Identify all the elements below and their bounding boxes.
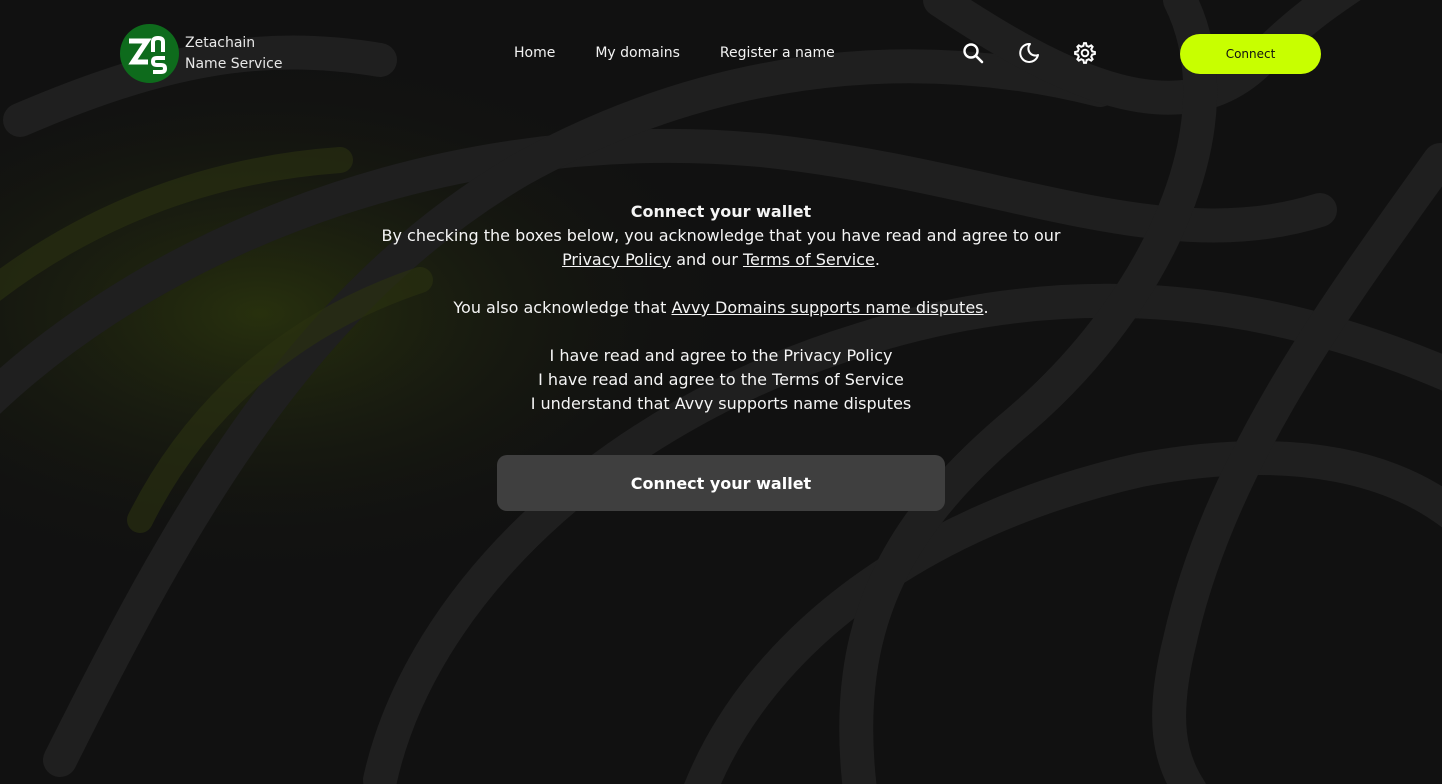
intro-text: By checking the boxes below, you acknowl… bbox=[381, 226, 1061, 245]
connect-button[interactable]: Connect bbox=[1180, 34, 1321, 74]
connect-wallet-panel: Connect your wallet By checking the boxe… bbox=[0, 200, 1442, 416]
gear-icon[interactable] bbox=[1073, 41, 1097, 65]
acknowledgement-list: I have read and agree to the Privacy Pol… bbox=[0, 344, 1442, 416]
also-acknowledge-text: You also acknowledge that bbox=[453, 298, 672, 317]
policy-links-line: Privacy Policy and our Terms of Service. bbox=[0, 248, 1442, 272]
moon-icon[interactable] bbox=[1017, 41, 1041, 65]
and-our-text: and our bbox=[671, 250, 743, 269]
search-icon[interactable] bbox=[961, 41, 985, 65]
site-name-line1: Zetachain bbox=[185, 34, 256, 51]
nav-link-my-domains[interactable]: My domains bbox=[595, 43, 680, 63]
site-name-line2: Name Service bbox=[185, 55, 283, 72]
nav-link-home[interactable]: Home bbox=[514, 43, 555, 63]
agree-terms-of-service-checkbox[interactable]: I have read and agree to the Terms of Se… bbox=[0, 368, 1442, 392]
page: Zetachain Name Service Home My domains R… bbox=[0, 0, 1442, 784]
connect-your-wallet-button[interactable]: Connect your wallet bbox=[497, 455, 945, 511]
top-navigation-bar: Zetachain Name Service Home My domains R… bbox=[0, 0, 1442, 106]
terms-of-service-link[interactable]: Terms of Service bbox=[743, 250, 875, 269]
name-disputes-link[interactable]: Avvy Domains supports name disputes bbox=[672, 298, 984, 317]
nav-link-register-a-name[interactable]: Register a name bbox=[720, 43, 835, 63]
zns-logo-icon bbox=[120, 24, 179, 83]
panel-title: Connect your wallet bbox=[630, 202, 812, 221]
understand-name-disputes-checkbox[interactable]: I understand that Avvy supports name dis… bbox=[0, 392, 1442, 416]
main-nav: Home My domains Register a name bbox=[514, 43, 835, 63]
site-logo[interactable]: Zetachain Name Service bbox=[120, 24, 283, 83]
disputes-line: You also acknowledge that Avvy Domains s… bbox=[0, 296, 1442, 320]
privacy-policy-link[interactable]: Privacy Policy bbox=[562, 250, 671, 269]
site-name: Zetachain Name Service bbox=[185, 33, 283, 75]
agree-privacy-policy-checkbox[interactable]: I have read and agree to the Privacy Pol… bbox=[0, 344, 1442, 368]
period-text-2: . bbox=[983, 298, 989, 317]
period-text: . bbox=[874, 250, 880, 269]
